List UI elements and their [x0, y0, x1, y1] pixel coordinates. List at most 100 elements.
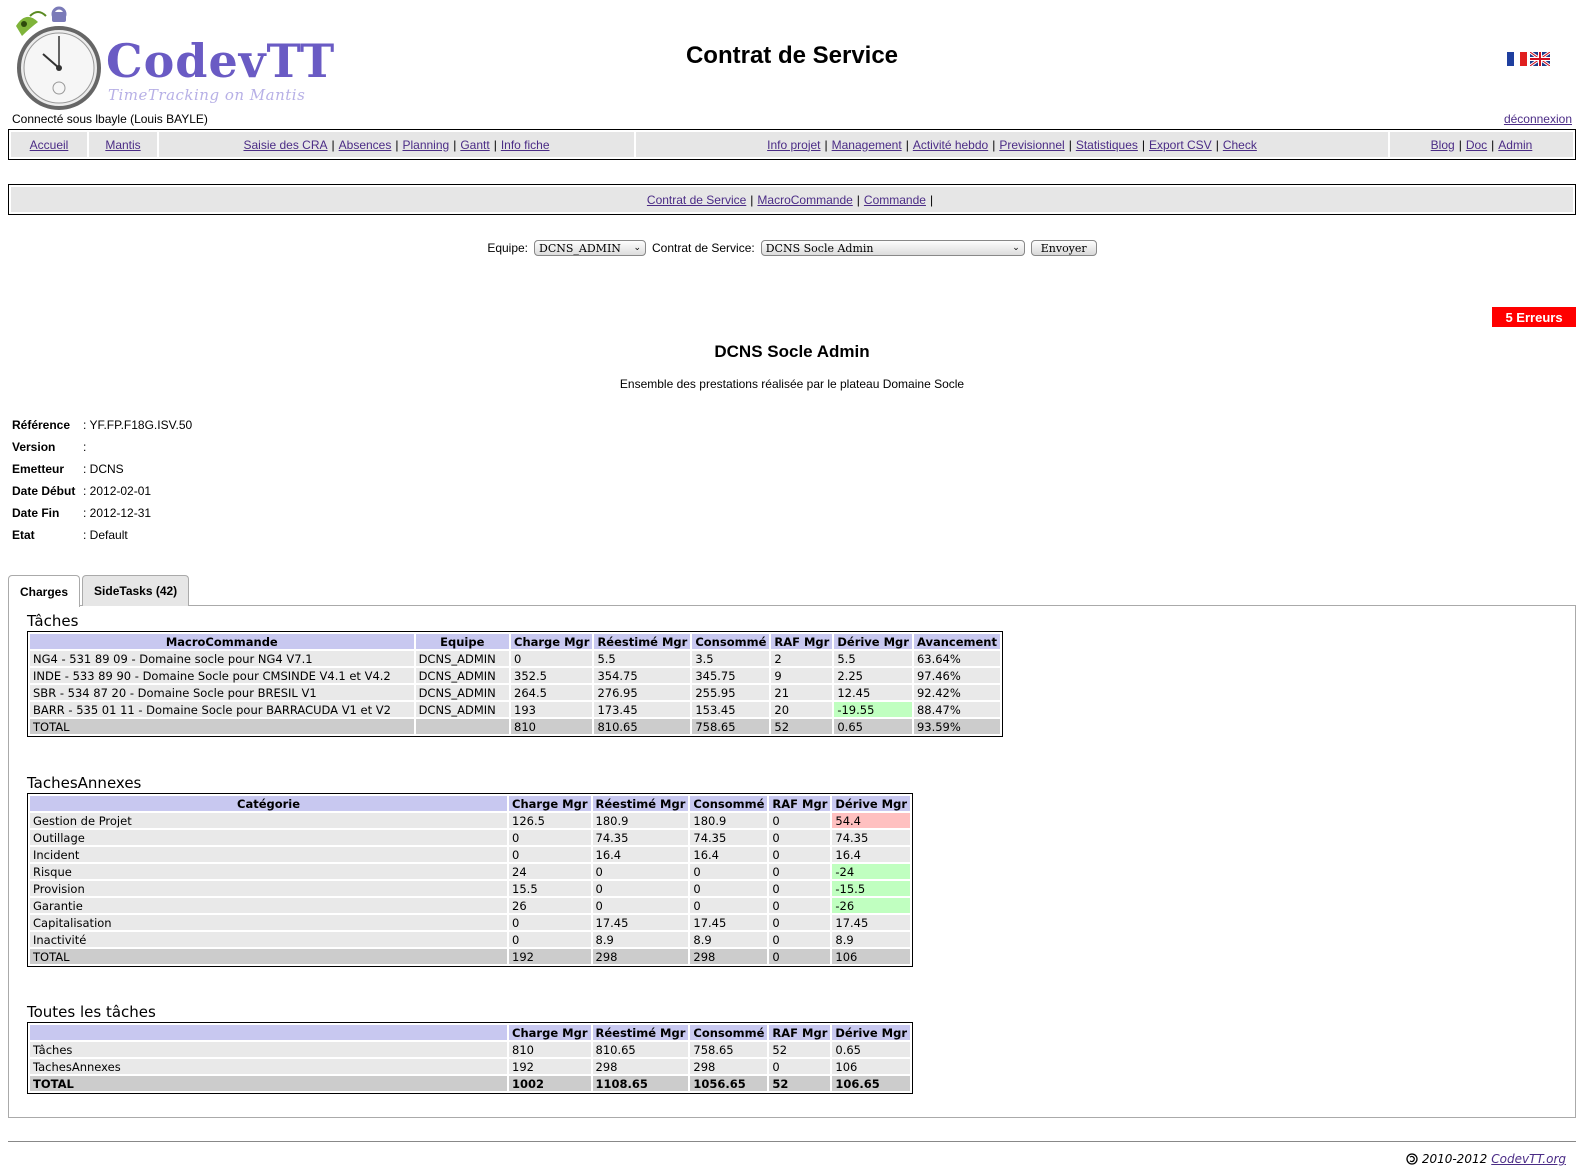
footer-years: 2010-2012 — [1421, 1152, 1488, 1166]
footer-link[interactable]: CodevTT.org — [1491, 1152, 1566, 1166]
cell-equipe: DCNS_ADMIN — [415, 702, 509, 717]
footer-divider — [8, 1141, 1576, 1142]
cell-consomme: 153.45 — [692, 702, 770, 717]
cell-categorie: Gestion de Projet — [30, 813, 508, 828]
contract-select[interactable]: DCNS Socle Admin ⌄ — [760, 240, 1025, 256]
menu-admin[interactable]: Admin — [1498, 138, 1532, 152]
column-header: Equipe — [415, 634, 509, 649]
cell-charge: 0 — [509, 830, 591, 845]
table-total-row: TOTAL 1002 1108.65 1056.65 52 106.65 — [30, 1076, 910, 1091]
column-header: RAF Mgr — [769, 796, 831, 811]
annexes-table: Catégorie Charge Mgr Réestimé Mgr Consom… — [27, 793, 913, 967]
column-header: MacroCommande — [30, 634, 414, 649]
tab-sidetasks[interactable]: SideTasks (42) — [82, 575, 190, 606]
cell-derive: 17.45 — [832, 915, 910, 930]
cell-categorie: Incident — [30, 847, 508, 862]
submenu-commande[interactable]: Commande — [864, 193, 926, 207]
cell-total-derive: 106 — [832, 949, 910, 964]
english-flag-icon[interactable] — [1530, 52, 1550, 66]
cell-raf: 0 — [769, 881, 831, 896]
column-header: Charge Mgr — [509, 796, 591, 811]
cell-raf: 2 — [771, 651, 833, 666]
cell-total-consomme: 758.65 — [692, 719, 770, 734]
cell-consomme: 298 — [690, 1059, 768, 1074]
menu-activite-hebdo[interactable]: Activité hebdo — [913, 138, 988, 152]
cell-consomme: 0 — [690, 864, 768, 879]
french-flag-icon[interactable] — [1507, 52, 1527, 66]
menu-saisie-cra[interactable]: Saisie des CRA — [243, 138, 327, 152]
cell-consomme: 180.9 — [690, 813, 768, 828]
column-header: Consommé — [692, 634, 770, 649]
menu-mantis-link[interactable]: Mantis — [105, 138, 140, 152]
cell-consomme: 8.9 — [690, 932, 768, 947]
menu-home-cell: Accueil — [11, 132, 87, 157]
submit-button[interactable]: Envoyer — [1030, 240, 1097, 256]
cell-raf: 0 — [769, 932, 831, 947]
table-row: NG4 - 531 89 09 - Domaine socle pour NG4… — [30, 651, 1000, 666]
table-row: TachesAnnexes 192 298 298 0 106 — [30, 1059, 910, 1074]
menu-absences[interactable]: Absences — [339, 138, 392, 152]
cell-reestime: 5.5 — [594, 651, 691, 666]
menu-doc[interactable]: Doc — [1466, 138, 1487, 152]
cell-consomme: 0 — [690, 881, 768, 896]
cell-reestime: 8.9 — [592, 932, 689, 947]
cell-charge: 193 — [511, 702, 593, 717]
cell-charge: 0 — [509, 915, 591, 930]
cell-charge: 810 — [509, 1042, 591, 1057]
cell-total-consomme: 1056.65 — [690, 1076, 768, 1091]
submenu-contrat-service[interactable]: Contrat de Service — [647, 193, 746, 207]
info-row: Etat: Default — [12, 524, 192, 546]
errors-badge[interactable]: 5 Erreurs — [1492, 307, 1576, 327]
menu-check[interactable]: Check — [1223, 138, 1257, 152]
column-header: Charge Mgr — [509, 1025, 591, 1040]
team-select[interactable]: DCNS_ADMIN ⌄ — [534, 240, 647, 256]
menu-home-link[interactable]: Accueil — [30, 138, 69, 152]
info-key: Référence — [12, 418, 71, 432]
cell-derive: 16.4 — [832, 847, 910, 862]
contract-info-table: Référence: YF.FP.F18G.ISV.50 Version: Em… — [12, 414, 192, 546]
cell-reestime: 0 — [592, 864, 689, 879]
menu-gantt[interactable]: Gantt — [460, 138, 489, 152]
tab-charges[interactable]: Charges — [8, 575, 81, 607]
cell-reestime: 16.4 — [592, 847, 689, 862]
menu-management[interactable]: Management — [832, 138, 902, 152]
logout-link[interactable]: déconnexion — [1504, 112, 1572, 126]
cell-total-label: TOTAL — [30, 949, 508, 964]
copyleft-icon — [1406, 1153, 1418, 1165]
menu-export-csv[interactable]: Export CSV — [1149, 138, 1212, 152]
annexes-title: TachesAnnexes — [27, 774, 142, 792]
cell-macrocommande: BARR - 535 01 11 - Domaine Socle pour BA… — [30, 702, 414, 717]
column-header: Réestimé Mgr — [592, 796, 689, 811]
cell-raf: 20 — [771, 702, 833, 717]
menu-blog[interactable]: Blog — [1431, 138, 1455, 152]
submenu-macrocommande[interactable]: MacroCommande — [757, 193, 852, 207]
cell-charge: 15.5 — [509, 881, 591, 896]
cell-categorie: Capitalisation — [30, 915, 508, 930]
cell-equipe: DCNS_ADMIN — [415, 685, 509, 700]
cell-consomme: 758.65 — [690, 1042, 768, 1057]
chevron-down-icon: ⌄ — [1012, 243, 1020, 253]
cell-consomme: 17.45 — [690, 915, 768, 930]
cell-categorie: Risque — [30, 864, 508, 879]
info-key: Version — [12, 440, 56, 454]
cell-derive: 54.4 — [832, 813, 910, 828]
cell-raf: 0 — [769, 915, 831, 930]
contract-name: DCNS Socle Admin — [714, 342, 870, 361]
cell-derive: -26 — [832, 898, 910, 913]
column-header: Consommé — [690, 796, 768, 811]
cell-derive: 8.9 — [832, 932, 910, 947]
cell-total-raf: 0 — [769, 949, 831, 964]
menu-previsionnel[interactable]: Previsionnel — [999, 138, 1064, 152]
cell-consomme: 74.35 — [690, 830, 768, 845]
menu-mantis-cell: Mantis — [89, 132, 157, 157]
menu-info-fiche[interactable]: Info fiche — [501, 138, 550, 152]
connected-user: Connecté sous lbayle (Louis BAYLE) — [12, 112, 208, 126]
menu-planning[interactable]: Planning — [402, 138, 449, 152]
menu-statistiques[interactable]: Statistiques — [1076, 138, 1138, 152]
cell-derive: -19.55 — [834, 702, 912, 717]
menu-info-projet[interactable]: Info projet — [767, 138, 820, 152]
cell-charge: 24 — [509, 864, 591, 879]
info-key: Emetteur — [12, 462, 65, 476]
cell-categorie: Inactivité — [30, 932, 508, 947]
info-value: : DCNS — [83, 462, 124, 476]
